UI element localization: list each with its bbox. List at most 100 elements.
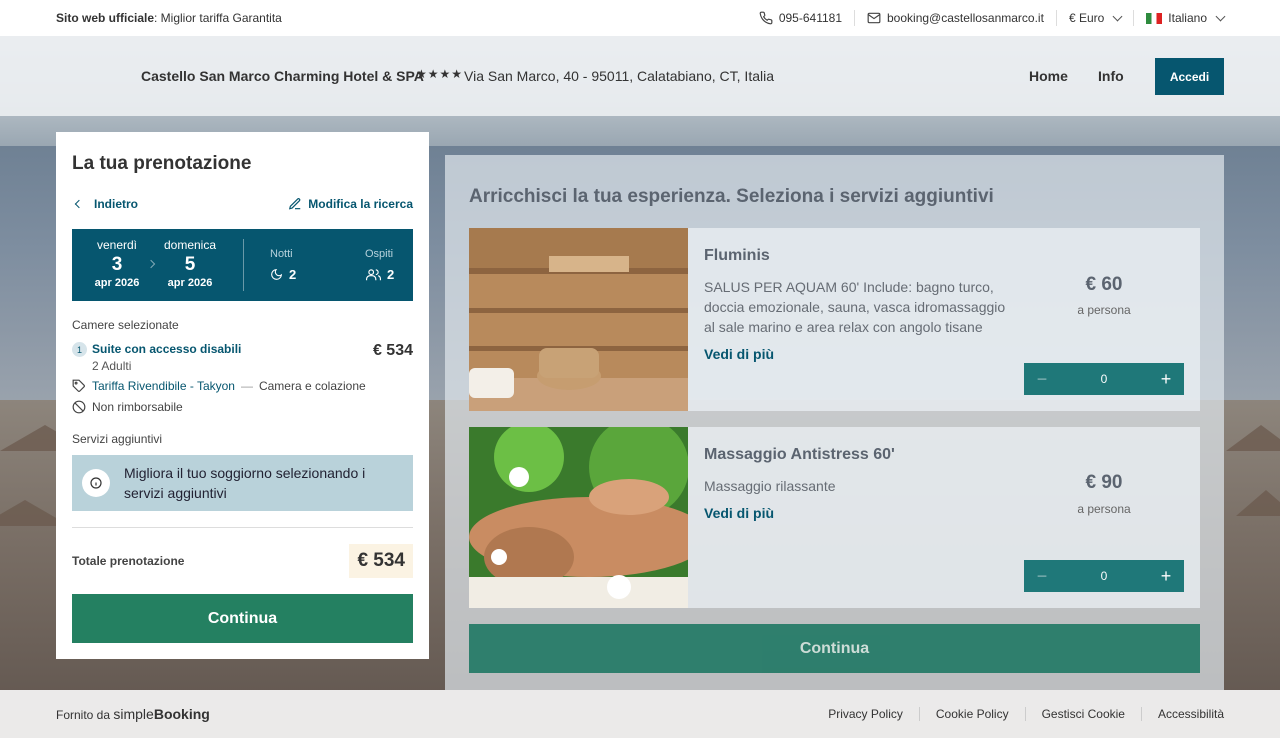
email-link[interactable]: booking@castellosanmarco.it: [854, 10, 1056, 26]
language-label: Italiano: [1168, 11, 1207, 25]
see-more-link[interactable]: Vedi di più: [704, 505, 774, 521]
language-selector[interactable]: Italiano: [1133, 10, 1226, 26]
rate-separator: —: [240, 379, 253, 393]
extras-label: Servizi aggiuntivi: [72, 432, 163, 446]
refund-label: Non rimborsabile: [92, 400, 183, 414]
edit-search-link[interactable]: Modifica la ricerca: [288, 197, 413, 211]
manage-cookies-link[interactable]: Gestisci Cookie: [1024, 707, 1141, 721]
quantity-stepper[interactable]: − 0 +: [1024, 560, 1184, 592]
service-card: Massaggio Antistress 60' Massaggio rilas…: [469, 427, 1200, 608]
minus-button[interactable]: −: [1036, 369, 1048, 390]
services-continue-button[interactable]: Continua: [469, 624, 1200, 673]
service-card: Fluminis SALUS PER AQUAM 60' Include: ba…: [469, 228, 1200, 411]
see-more-link[interactable]: Vedi di più: [704, 346, 774, 362]
pencil-icon: [289, 198, 301, 210]
board-type: Camera e colazione: [258, 379, 366, 393]
moon-icon: [271, 268, 283, 280]
quantity-stepper[interactable]: − 0 +: [1024, 363, 1184, 395]
service-price: € 60: [1085, 274, 1123, 295]
checkin-date: venerdì 3 apr 2026: [94, 238, 140, 289]
room-name-link[interactable]: Suite con accesso disabili: [92, 342, 241, 356]
continue-button[interactable]: Continua: [72, 594, 413, 643]
services-title: Arricchisci la tua esperienza. Seleziona…: [469, 186, 994, 207]
currency-selector[interactable]: € Euro: [1055, 10, 1133, 26]
site-header: Castello San Marco Charming Hotel & SPA …: [0, 36, 1280, 116]
plus-button[interactable]: +: [1160, 566, 1172, 587]
phone-link[interactable]: 095-641181: [747, 10, 854, 26]
room-price: € 534: [372, 342, 413, 359]
nights-count: 2: [289, 267, 297, 282]
powered-by-label: Fornito da: [56, 708, 111, 722]
total-label: Totale prenotazione: [72, 554, 185, 568]
nights-label: Notti: [270, 248, 293, 260]
edit-search-label: Modifica la ricerca: [308, 197, 413, 211]
accessibility-link[interactable]: Accessibilità: [1140, 707, 1224, 721]
nights-value: 2: [270, 267, 296, 282]
login-button[interactable]: Accedi: [1155, 58, 1224, 95]
checkin-weekday: venerdì: [96, 238, 138, 252]
selected-rooms-label: Camere selezionate: [72, 318, 179, 332]
checkout-month: apr 2026: [167, 277, 213, 289]
plus-button[interactable]: +: [1160, 369, 1172, 390]
service-price: € 90: [1085, 472, 1123, 493]
hotel-stars: ★★★★: [416, 67, 464, 81]
total-price: € 534: [349, 544, 413, 578]
refund-policy: Non rimborsabile: [72, 400, 183, 414]
checkin-month: apr 2026: [94, 277, 140, 289]
chevron-down-icon: [1112, 11, 1123, 21]
hotel-address: Via San Marco, 40 - 95011, Calatabiano, …: [464, 68, 774, 84]
divider: [72, 527, 413, 528]
divider: [243, 239, 244, 291]
checkout-date: domenica 5 apr 2026: [162, 238, 218, 289]
room-index-badge: 1: [72, 342, 87, 357]
back-label: Indietro: [94, 197, 138, 211]
extras-info-box: Migliora il tuo soggiorno selezionando i…: [72, 455, 413, 511]
service-name: Fluminis: [704, 247, 770, 264]
ban-icon: [72, 400, 86, 414]
checkout-weekday: domenica: [163, 238, 217, 252]
nav-home-link[interactable]: Home: [1029, 68, 1068, 84]
users-icon: [366, 269, 381, 281]
service-name: Massaggio Antistress 60': [704, 446, 895, 463]
mail-icon: [867, 12, 881, 24]
footer-links: Privacy Policy Cookie Policy Gestisci Co…: [812, 707, 1224, 721]
nav-info-link[interactable]: Info: [1098, 68, 1124, 84]
booking-summary-card: La tua prenotazione Indietro Modifica la…: [56, 132, 429, 659]
minus-button[interactable]: −: [1036, 566, 1048, 587]
email-address: booking@castellosanmarco.it: [887, 11, 1044, 25]
info-icon: [82, 469, 110, 497]
phone-icon: [759, 11, 773, 25]
privacy-policy-link[interactable]: Privacy Policy: [812, 707, 919, 721]
quantity-value[interactable]: 0: [1101, 372, 1108, 386]
italy-flag-icon: [1146, 12, 1163, 24]
phone-number: 095-641181: [778, 11, 842, 25]
service-price-unit: a persona: [1077, 502, 1131, 516]
extras-info-text: Migliora il tuo soggiorno selezionando i…: [124, 465, 366, 501]
official-site-notice: Sito web ufficiale: Miglior tariffa Gara…: [56, 11, 282, 25]
quantity-value[interactable]: 0: [1101, 569, 1108, 583]
top-bar: Sito web ufficiale: Miglior tariffa Gara…: [0, 0, 1280, 36]
massage-image: [469, 427, 688, 608]
checkin-day: 3: [111, 254, 123, 275]
stay-dates-box[interactable]: venerdì 3 apr 2026 domenica 5 apr 2026 N…: [72, 229, 413, 301]
guests-label: Ospiti: [365, 248, 394, 260]
cookie-policy-link[interactable]: Cookie Policy: [918, 707, 1025, 721]
sauna-image: [469, 228, 688, 411]
chevron-right-icon: [146, 259, 156, 269]
service-description: SALUS PER AQUAM 60' Include: bagno turco…: [704, 279, 1006, 335]
services-panel: Arricchisci la tua esperienza. Seleziona…: [445, 155, 1224, 690]
service-price-unit: a persona: [1077, 303, 1131, 317]
hotel-name[interactable]: Castello San Marco Charming Hotel & SPA: [141, 68, 424, 84]
guests-count: 2: [387, 267, 395, 282]
guests-value: 2: [366, 267, 394, 282]
powered-by: Fornito da simpleBooking: [56, 706, 210, 722]
tag-icon: [72, 379, 85, 392]
rate-name-link[interactable]: Tariffa Rivendibile - Takyon: [92, 379, 235, 393]
rate-row: Tariffa Rivendibile - Takyon — Camera e …: [72, 379, 366, 393]
chevron-down-icon: [1215, 11, 1226, 21]
simplebooking-logo[interactable]: simpleBooking: [113, 706, 209, 722]
checkout-day: 5: [184, 254, 196, 275]
service-description: Massaggio rilassante: [704, 478, 836, 494]
room-adults: 2 Adulti: [92, 359, 132, 373]
back-link[interactable]: Indietro: [72, 197, 138, 211]
